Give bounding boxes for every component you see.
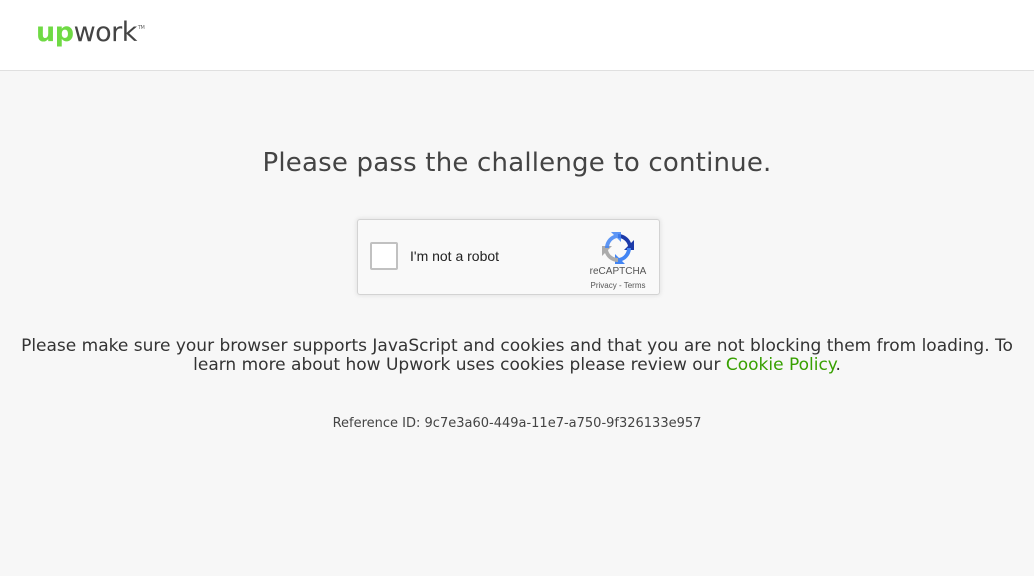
recaptcha-widget: I'm not a robot reCAPTCHA Privacy - Term…	[357, 219, 660, 295]
captcha-checkbox[interactable]	[370, 242, 398, 270]
recaptcha-brand-label: reCAPTCHA	[589, 266, 647, 277]
logo-work-text: work	[73, 17, 138, 48]
upwork-logo[interactable]: up work TM	[36, 17, 145, 51]
logo-trademark: TM	[137, 25, 145, 31]
site-header: up work TM	[0, 0, 1034, 71]
terms-link[interactable]: Terms	[624, 281, 646, 290]
recaptcha-icon	[602, 232, 634, 264]
info-text-part2: .	[835, 355, 841, 375]
logo-up-text: up	[36, 17, 74, 48]
info-text-part1: Please make sure your browser supports J…	[21, 336, 1013, 375]
recaptcha-links: Privacy - Terms	[580, 281, 656, 290]
page-title: Please pass the challenge to continue.	[262, 148, 772, 178]
link-separator: -	[616, 281, 624, 290]
privacy-link[interactable]: Privacy	[591, 281, 617, 290]
browser-requirements-message: Please make sure your browser supports J…	[20, 337, 1014, 375]
reference-id: Reference ID: 9c7e3a60-449a-11e7-a750-9f…	[332, 416, 702, 431]
captcha-checkbox-label: I'm not a robot	[410, 248, 500, 264]
cookie-policy-link[interactable]: Cookie Policy	[726, 355, 836, 375]
